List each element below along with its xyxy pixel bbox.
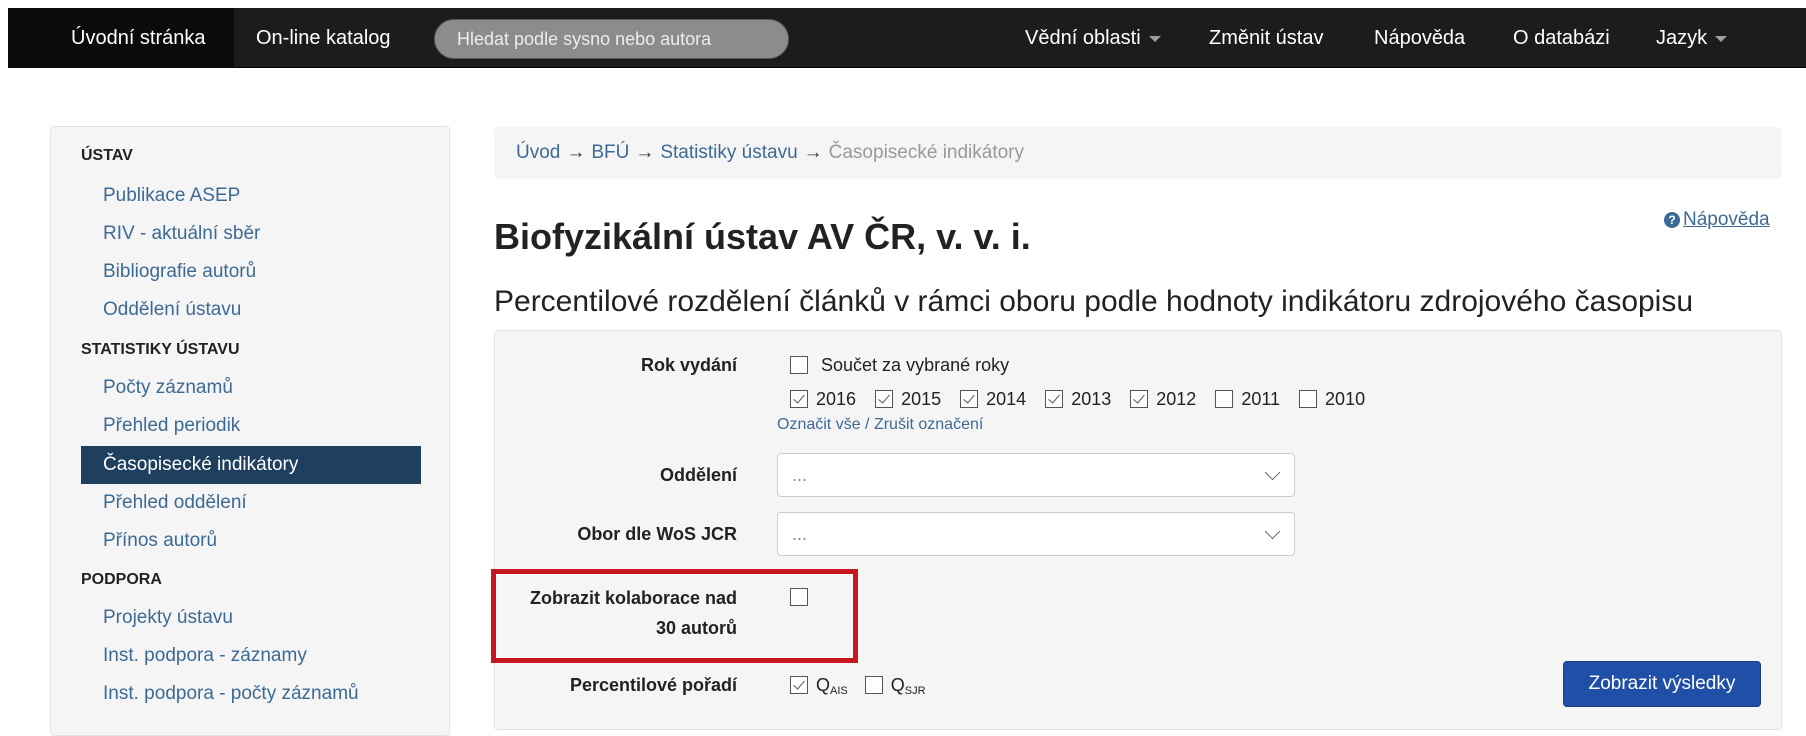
nav-home[interactable]: Úvodní stránka	[8, 8, 234, 68]
sidebar-header-support: PODPORA	[81, 571, 162, 588]
collaboration-label: Zobrazit kolaborace nad 30 autorů	[477, 583, 737, 643]
nav-online-catalog[interactable]: On-line katalog	[256, 8, 391, 68]
sidebar-item-departments[interactable]: Oddělení ústavu	[81, 291, 421, 329]
top-navbar: Úvodní stránka On-line katalog Vědní obl…	[8, 8, 1806, 68]
field-label: Obor dle WoS JCR	[577, 524, 737, 544]
sidebar-header-institute: ÚSTAV	[81, 147, 133, 164]
breadcrumb-separator: →	[635, 142, 655, 163]
q-sjr-option[interactable]: QSJR	[864, 675, 926, 697]
q-ais-checkbox[interactable]	[790, 676, 808, 694]
year-2016-checkbox[interactable]	[790, 390, 808, 408]
breadcrumb-institute[interactable]: BFÚ	[591, 142, 629, 163]
field-select-value: ...	[792, 524, 808, 544]
sidebar-item-inst-support-records[interactable]: Inst. podpora - záznamy	[81, 637, 421, 675]
nav-science-areas[interactable]: Vědní oblasti	[1025, 8, 1161, 68]
sidebar-item-department-overview[interactable]: Přehled oddělení	[81, 484, 421, 522]
year-option-2015[interactable]: 2015	[875, 389, 941, 409]
q-ais-subscript: AIS	[830, 685, 848, 697]
caret-down-icon	[1148, 35, 1161, 42]
breadcrumb-statistics[interactable]: Statistiky ústavu	[660, 142, 797, 163]
field-select[interactable]: ...	[777, 512, 1295, 556]
year-2013-label: 2013	[1071, 389, 1112, 409]
year-option-2012[interactable]: 2012	[1130, 389, 1196, 409]
nav-help[interactable]: Nápověda	[1374, 8, 1465, 68]
sidebar-item-asep-publications[interactable]: Publikace ASEP	[81, 177, 421, 215]
department-label: Oddělení	[659, 465, 737, 485]
sidebar-item-inst-support-counts[interactable]: Inst. podpora - počty záznamů	[81, 675, 421, 713]
breadcrumb: Úvod → BFÚ → Statistiky ústavu → Časopisecké i…	[494, 127, 1782, 179]
q-ais-main: Q	[816, 675, 831, 695]
sum-years-option[interactable]: Součet za vybrané roky	[790, 355, 1009, 376]
q-ais-label: QAIS	[816, 675, 848, 697]
sidebar-header-statistics: STATISTIKY ÚSTAVU	[81, 341, 240, 358]
q-sjr-checkbox[interactable]	[864, 676, 883, 694]
q-ais-option[interactable]: QAIS	[790, 675, 848, 697]
year-2015-checkbox[interactable]	[875, 390, 894, 408]
sidebar: ÚSTAV Publikace ASEP RIV - aktuální sběr…	[50, 126, 450, 736]
search-input[interactable]	[434, 19, 789, 59]
help-link[interactable]: ? Nápověda	[1664, 209, 1770, 231]
year-option-2016[interactable]: 2016	[790, 389, 856, 409]
collaboration-checkbox[interactable]	[790, 588, 808, 606]
breadcrumb-current: Časopisecké indikátory	[828, 142, 1025, 163]
caret-down-icon	[1715, 35, 1728, 42]
nav-language-label: Jazyk	[1656, 27, 1708, 49]
year-checkboxes: 2016 2015 2014 2013 2012 2011 2010	[790, 389, 1379, 410]
show-results-button[interactable]: Zobrazit výsledky	[1563, 661, 1761, 707]
sidebar-item-periodicals[interactable]: Přehled periodik	[81, 407, 421, 445]
sidebar-item-author-bibliography[interactable]: Bibliografie autorů	[81, 253, 421, 291]
q-sjr-main: Q	[890, 675, 905, 695]
page-title: Biofyzikální ústav AV ČR, v. v. i.	[494, 216, 1031, 257]
year-2014-label: 2014	[986, 389, 1027, 409]
breadcrumb-separator: →	[566, 142, 586, 163]
year-2012-checkbox[interactable]	[1130, 390, 1149, 408]
year-option-2013[interactable]: 2013	[1045, 389, 1111, 409]
breadcrumb-home[interactable]: Úvod	[516, 142, 560, 163]
q-sjr-label: QSJR	[890, 675, 926, 697]
collaboration-label-line1: Zobrazit kolaborace nad	[529, 588, 737, 608]
percentile-options: QAIS QSJR	[790, 675, 926, 697]
year-2014-checkbox[interactable]	[960, 390, 979, 408]
year-option-2014[interactable]: 2014	[960, 389, 1026, 409]
sidebar-item-riv[interactable]: RIV - aktuální sběr	[81, 215, 421, 253]
chevron-down-icon	[1264, 523, 1281, 540]
collaboration-option[interactable]	[790, 587, 808, 608]
question-icon: ?	[1664, 212, 1680, 228]
section-title: Percentilové rozdělení článků v rámci ob…	[494, 285, 1694, 318]
breadcrumb-separator: →	[803, 142, 823, 163]
deselect-all-link[interactable]: Zrušit označení	[874, 416, 983, 433]
link-separator: /	[860, 416, 874, 433]
select-all-link[interactable]: Označit vše	[777, 416, 861, 433]
sidebar-item-projects[interactable]: Projekty ústavu	[81, 599, 421, 637]
sum-years-checkbox[interactable]	[790, 356, 808, 374]
nav-science-areas-label: Vědní oblasti	[1025, 27, 1141, 49]
filter-form: Rok vydání Součet za vybrané roky 2016 2…	[494, 330, 1782, 730]
department-select[interactable]: ...	[777, 453, 1295, 497]
year-2011-label: 2011	[1241, 389, 1281, 409]
year-2013-checkbox[interactable]	[1045, 390, 1064, 408]
help-link-label: Nápověda	[1683, 209, 1770, 230]
nav-about-database[interactable]: O databázi	[1513, 8, 1610, 68]
collaboration-label-line2: 30 autorů	[655, 618, 737, 638]
nav-language[interactable]: Jazyk	[1656, 8, 1728, 68]
department-select-value: ...	[792, 465, 808, 485]
sidebar-item-author-contribution[interactable]: Přínos autorů	[81, 522, 421, 560]
nav-change-institute[interactable]: Změnit ústav	[1209, 8, 1323, 68]
year-2012-label: 2012	[1156, 389, 1197, 409]
chevron-down-icon	[1264, 464, 1281, 481]
sum-years-label: Součet za vybrané roky	[821, 355, 1010, 375]
year-2010-checkbox[interactable]	[1299, 390, 1318, 408]
percentile-label: Percentilové pořadí	[569, 675, 737, 695]
year-2015-label: 2015	[901, 389, 942, 409]
sidebar-item-journal-indicators[interactable]: Časopisecké indikátory	[81, 446, 421, 484]
year-option-2010[interactable]: 2010	[1299, 389, 1365, 409]
mark-links: Označit vše / Zrušit označení	[777, 416, 983, 434]
year-option-2011[interactable]: 2011	[1215, 389, 1280, 409]
year-2016-label: 2016	[816, 389, 857, 409]
sidebar-item-record-counts[interactable]: Počty záznamů	[81, 369, 421, 407]
year-label: Rok vydání	[640, 355, 737, 375]
year-2010-label: 2010	[1325, 389, 1366, 409]
year-2011-checkbox[interactable]	[1215, 390, 1234, 408]
q-sjr-subscript: SJR	[904, 685, 926, 697]
